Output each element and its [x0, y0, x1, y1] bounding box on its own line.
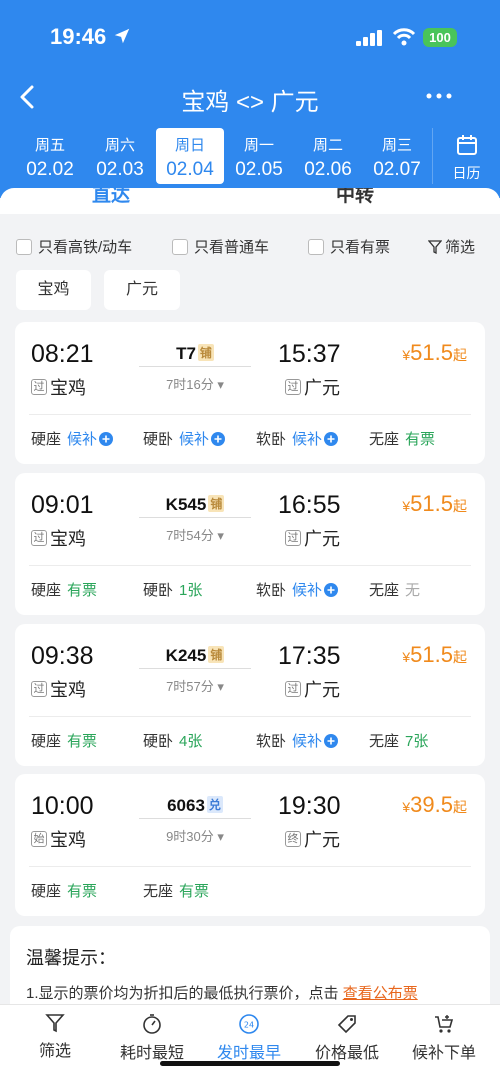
tab-direct[interactable]: 直达	[92, 188, 130, 207]
date-selector: 周五 02.02 周六 02.03 周日 02.04 周一 02.05 周二 02.06 …	[0, 128, 500, 188]
date-item[interactable]: 周六 02.03	[86, 128, 154, 184]
status-time: 19:46	[50, 24, 107, 49]
notice-title: 温馨提示：	[26, 948, 116, 968]
date-item-selected[interactable]: 周日 02.04	[156, 128, 224, 184]
station-chip-to[interactable]: 广元	[104, 270, 180, 310]
wifi-icon	[392, 28, 416, 46]
plus-circle-icon	[324, 582, 339, 597]
plus-circle-icon	[99, 431, 114, 446]
filter-row: 只看高铁/动车 只看普通车 只看有票 筛选	[0, 214, 500, 264]
cart-plus-icon	[435, 1015, 454, 1033]
date-item[interactable]: 周三 02.07	[363, 128, 431, 184]
calendar-button[interactable]: 日历	[432, 128, 500, 184]
price: ¥51.5起	[402, 491, 467, 516]
station-chips: 宝鸡 广元	[0, 270, 500, 314]
bottom-filter[interactable]: 筛选	[5, 1013, 105, 1061]
price: ¥51.5起	[402, 340, 467, 365]
seat-info[interactable]: 硬卧 候补	[143, 428, 226, 449]
seat-info[interactable]: 软卧 候补	[256, 730, 339, 751]
duration[interactable]: 9时30分 ▾	[139, 826, 251, 845]
seat-info: 无座 有票	[369, 431, 436, 448]
filter-highspeed-checkbox[interactable]: 只看高铁/动车	[16, 236, 132, 257]
filter-normal-checkbox[interactable]: 只看普通车	[172, 236, 269, 257]
train-number: K545 铺	[165, 495, 225, 514]
plus-circle-icon	[324, 431, 339, 446]
bottom-earliest[interactable]: 24 发时最早	[199, 1013, 299, 1063]
notice-link[interactable]: 查看公布票	[343, 985, 418, 1002]
train-number: K245 铺	[165, 646, 225, 665]
filter-icon	[45, 1014, 65, 1033]
signal-icon	[356, 30, 382, 46]
status-bar: 19:46 100	[0, 0, 500, 70]
train-card[interactable]: 09:01 过宝鸡 K545 铺 7时54分 ▾ 16:55 过广元 ¥51.5起…	[15, 473, 485, 615]
battery-indicator: 100	[423, 28, 457, 47]
plus-circle-icon	[211, 431, 226, 446]
duration[interactable]: 7时54分 ▾	[139, 525, 251, 544]
price-tag-icon	[337, 1015, 356, 1034]
bottom-waitlist[interactable]: 候补下单	[394, 1013, 494, 1063]
train-number: 6063 兑	[167, 796, 223, 815]
filter-available-checkbox[interactable]: 只看有票	[308, 236, 390, 257]
location-arrow-icon	[114, 28, 130, 44]
clock-24-icon: 24	[239, 1014, 259, 1034]
bottom-bar: 筛选 耗时最短 24 发时最早 价格最低 候补下单	[0, 1004, 500, 1070]
bottom-shortest[interactable]: 耗时最短	[102, 1013, 202, 1063]
seat-info: 无座 有票	[143, 883, 210, 900]
more-dots-icon[interactable]	[424, 86, 454, 106]
seat-info: 无座无	[369, 582, 421, 599]
train-card[interactable]: 09:38 过宝鸡 K245 铺 7时57分 ▾ 17:35 过广元 ¥51.5起…	[15, 624, 485, 766]
seat-info[interactable]: 软卧 候补	[256, 579, 339, 600]
seat-info: 无座 7张	[369, 733, 429, 750]
date-item[interactable]: 周五 02.02	[16, 128, 84, 184]
seat-info: 硬座 有票	[31, 883, 98, 900]
home-indicator	[160, 1061, 340, 1066]
train-number: T7 铺	[176, 344, 214, 363]
seat-info: 硬卧 4张	[143, 733, 203, 750]
train-card[interactable]: 10:00 始宝鸡 6063 兑 9时30分 ▾ 19:30 终广元 ¥39.5起…	[15, 774, 485, 916]
seat-info[interactable]: 软卧 候补	[256, 428, 339, 449]
seat-info[interactable]: 硬座 候补	[31, 428, 114, 449]
route-tabs: 直达 中转	[0, 188, 500, 214]
seat-info: 硬卧 1张	[143, 582, 203, 599]
stopwatch-icon	[143, 1014, 161, 1034]
plus-circle-icon	[324, 733, 339, 748]
price: ¥51.5起	[402, 642, 467, 667]
bottom-lowest-price[interactable]: 价格最低	[297, 1013, 397, 1063]
train-card[interactable]: 08:21 过宝鸡 T7 铺 7时16分 ▾ 15:37 过广元 ¥51.5起 硬…	[15, 322, 485, 464]
duration[interactable]: 7时16分 ▾	[139, 374, 251, 393]
date-item[interactable]: 周二 02.06	[294, 128, 362, 184]
date-item[interactable]: 周一 02.05	[225, 128, 293, 184]
nav-bar: 宝鸡 <> 广元	[0, 70, 500, 126]
filter-button[interactable]: 筛选	[428, 236, 475, 257]
svg-text:24: 24	[244, 1021, 254, 1030]
calendar-icon	[456, 135, 477, 155]
station-chip-from[interactable]: 宝鸡	[16, 270, 91, 310]
calendar-label: 日历	[452, 165, 481, 181]
seat-info: 硬座 有票	[31, 582, 98, 599]
duration[interactable]: 7时57分 ▾	[139, 676, 251, 695]
notice-body: 1.显示的票价均为折扣后的最低执行票价，点击 查看公布票	[26, 985, 418, 1002]
seat-info: 硬座 有票	[31, 733, 98, 750]
header: 19:46 100 宝鸡 <> 广元 周五 02.02 周六 02.03 周日 02.…	[0, 0, 500, 198]
tab-transfer[interactable]: 中转	[336, 188, 374, 207]
filter-icon	[428, 239, 442, 254]
price: ¥39.5起	[402, 792, 467, 817]
